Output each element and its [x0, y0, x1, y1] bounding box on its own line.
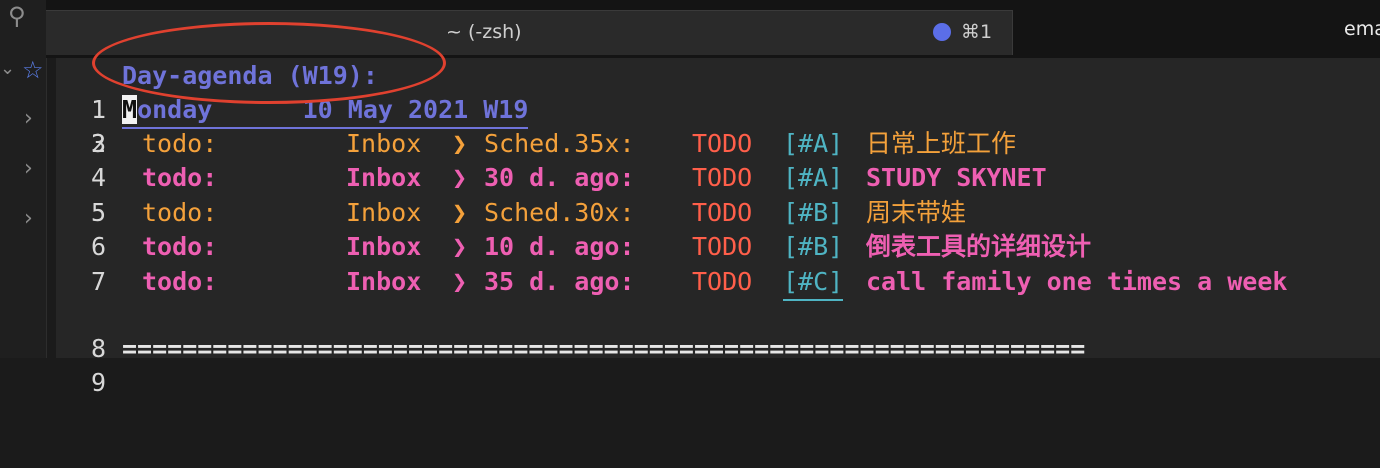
text-cursor: M: [122, 95, 138, 124]
todo-keyword: TODO: [692, 197, 753, 227]
priority-cookie: [#B]: [783, 197, 844, 227]
search-icon[interactable]: ⚲: [8, 2, 26, 30]
item-keyword: todo:: [142, 197, 218, 227]
item-keyword: todo:: [142, 163, 218, 193]
todo-keyword: TODO: [692, 129, 753, 158]
line-number: 7: [90, 266, 106, 296]
item-title[interactable]: STUDY SKYNET: [866, 161, 1047, 195]
item-category: Inbox: [346, 129, 422, 158]
item-keyword: todo:: [142, 129, 218, 158]
tab-activity-dot: [933, 23, 951, 41]
item-schedule: 30 d. ago:: [484, 163, 635, 193]
line-number: 4: [90, 163, 106, 193]
item-title[interactable]: 日常上班工作: [866, 127, 1016, 161]
item-schedule: Sched.30x:: [484, 197, 635, 227]
priority-cookie: [#B]: [783, 232, 844, 262]
item-title[interactable]: 周末带娃: [866, 196, 966, 230]
todo-keyword: TODO: [692, 163, 753, 193]
item-title[interactable]: call family one times a week: [866, 265, 1287, 299]
item-schedule: 10 d. ago:: [484, 232, 635, 262]
tab-shortcut: ⌘1: [961, 21, 993, 43]
chevron-right-icon[interactable]: ›: [24, 206, 33, 231]
priority-cookie: [#A]: [783, 163, 844, 193]
item-category: Inbox: [346, 232, 422, 262]
agenda-item[interactable]: 5 todo: Inbox ❯ Sched.30x: TODO [#B] 周末带娃: [56, 196, 1380, 230]
item-keyword: todo:: [142, 266, 218, 296]
line-number: 3: [90, 129, 106, 158]
chevron-right-icon: ❯: [452, 232, 468, 262]
todo-keyword: TODO: [692, 266, 753, 296]
agenda-item[interactable]: 3 todo: Inbox ❯ Sched.35x: TODO [#A] 日常上班工作: [56, 127, 1380, 161]
star-icon[interactable]: ☆: [22, 56, 44, 84]
line-number: 6: [90, 232, 106, 262]
chevron-right-icon[interactable]: ›: [24, 106, 33, 131]
priority-cookie: [#C]: [783, 265, 844, 301]
chevron-down-icon[interactable]: ⌄: [0, 58, 15, 79]
separator-line: 9 ======================================…: [56, 332, 1380, 397]
item-category: Inbox: [346, 266, 422, 296]
chevron-right-icon: ❯: [452, 266, 468, 296]
line-number: 5: [90, 197, 106, 227]
item-schedule: 35 d. ago:: [484, 266, 635, 296]
item-keyword: todo:: [142, 232, 218, 262]
separator: ========================================…: [122, 334, 1086, 363]
chevron-right-icon: ❯: [452, 129, 468, 158]
annotation-ellipse: [92, 22, 446, 104]
agenda-item[interactable]: 6 todo: Inbox ❯ 10 d. ago: TODO [#B] 倒表工具的详细设计: [56, 230, 1380, 264]
chevron-right-icon[interactable]: ›: [24, 156, 33, 181]
agenda-item[interactable]: 4 todo: Inbox ❯ 30 d. ago: TODO [#A] STUDY SKYN…: [56, 161, 1380, 195]
todo-keyword: TODO: [692, 232, 753, 262]
tab-title: ~ (-zsh): [446, 21, 522, 43]
chevron-right-icon: ❯: [452, 197, 468, 227]
item-category: Inbox: [346, 197, 422, 227]
tab-ema[interactable]: ema: [1344, 18, 1380, 40]
blank-line: 8: [56, 298, 1380, 363]
item-schedule: Sched.35x:: [484, 129, 635, 158]
agenda-item[interactable]: 7 todo: Inbox ❯ 35 d. ago: TODO [#C] call famil…: [56, 265, 1380, 301]
side-strip: ⚲ ⌄ ☆ › › ›: [0, 0, 47, 358]
chevron-right-icon: ❯: [452, 163, 468, 193]
priority-cookie: [#A]: [783, 129, 844, 158]
item-category: Inbox: [346, 163, 422, 193]
item-title[interactable]: 倒表工具的详细设计: [866, 230, 1091, 264]
line-number: 9: [90, 368, 106, 397]
